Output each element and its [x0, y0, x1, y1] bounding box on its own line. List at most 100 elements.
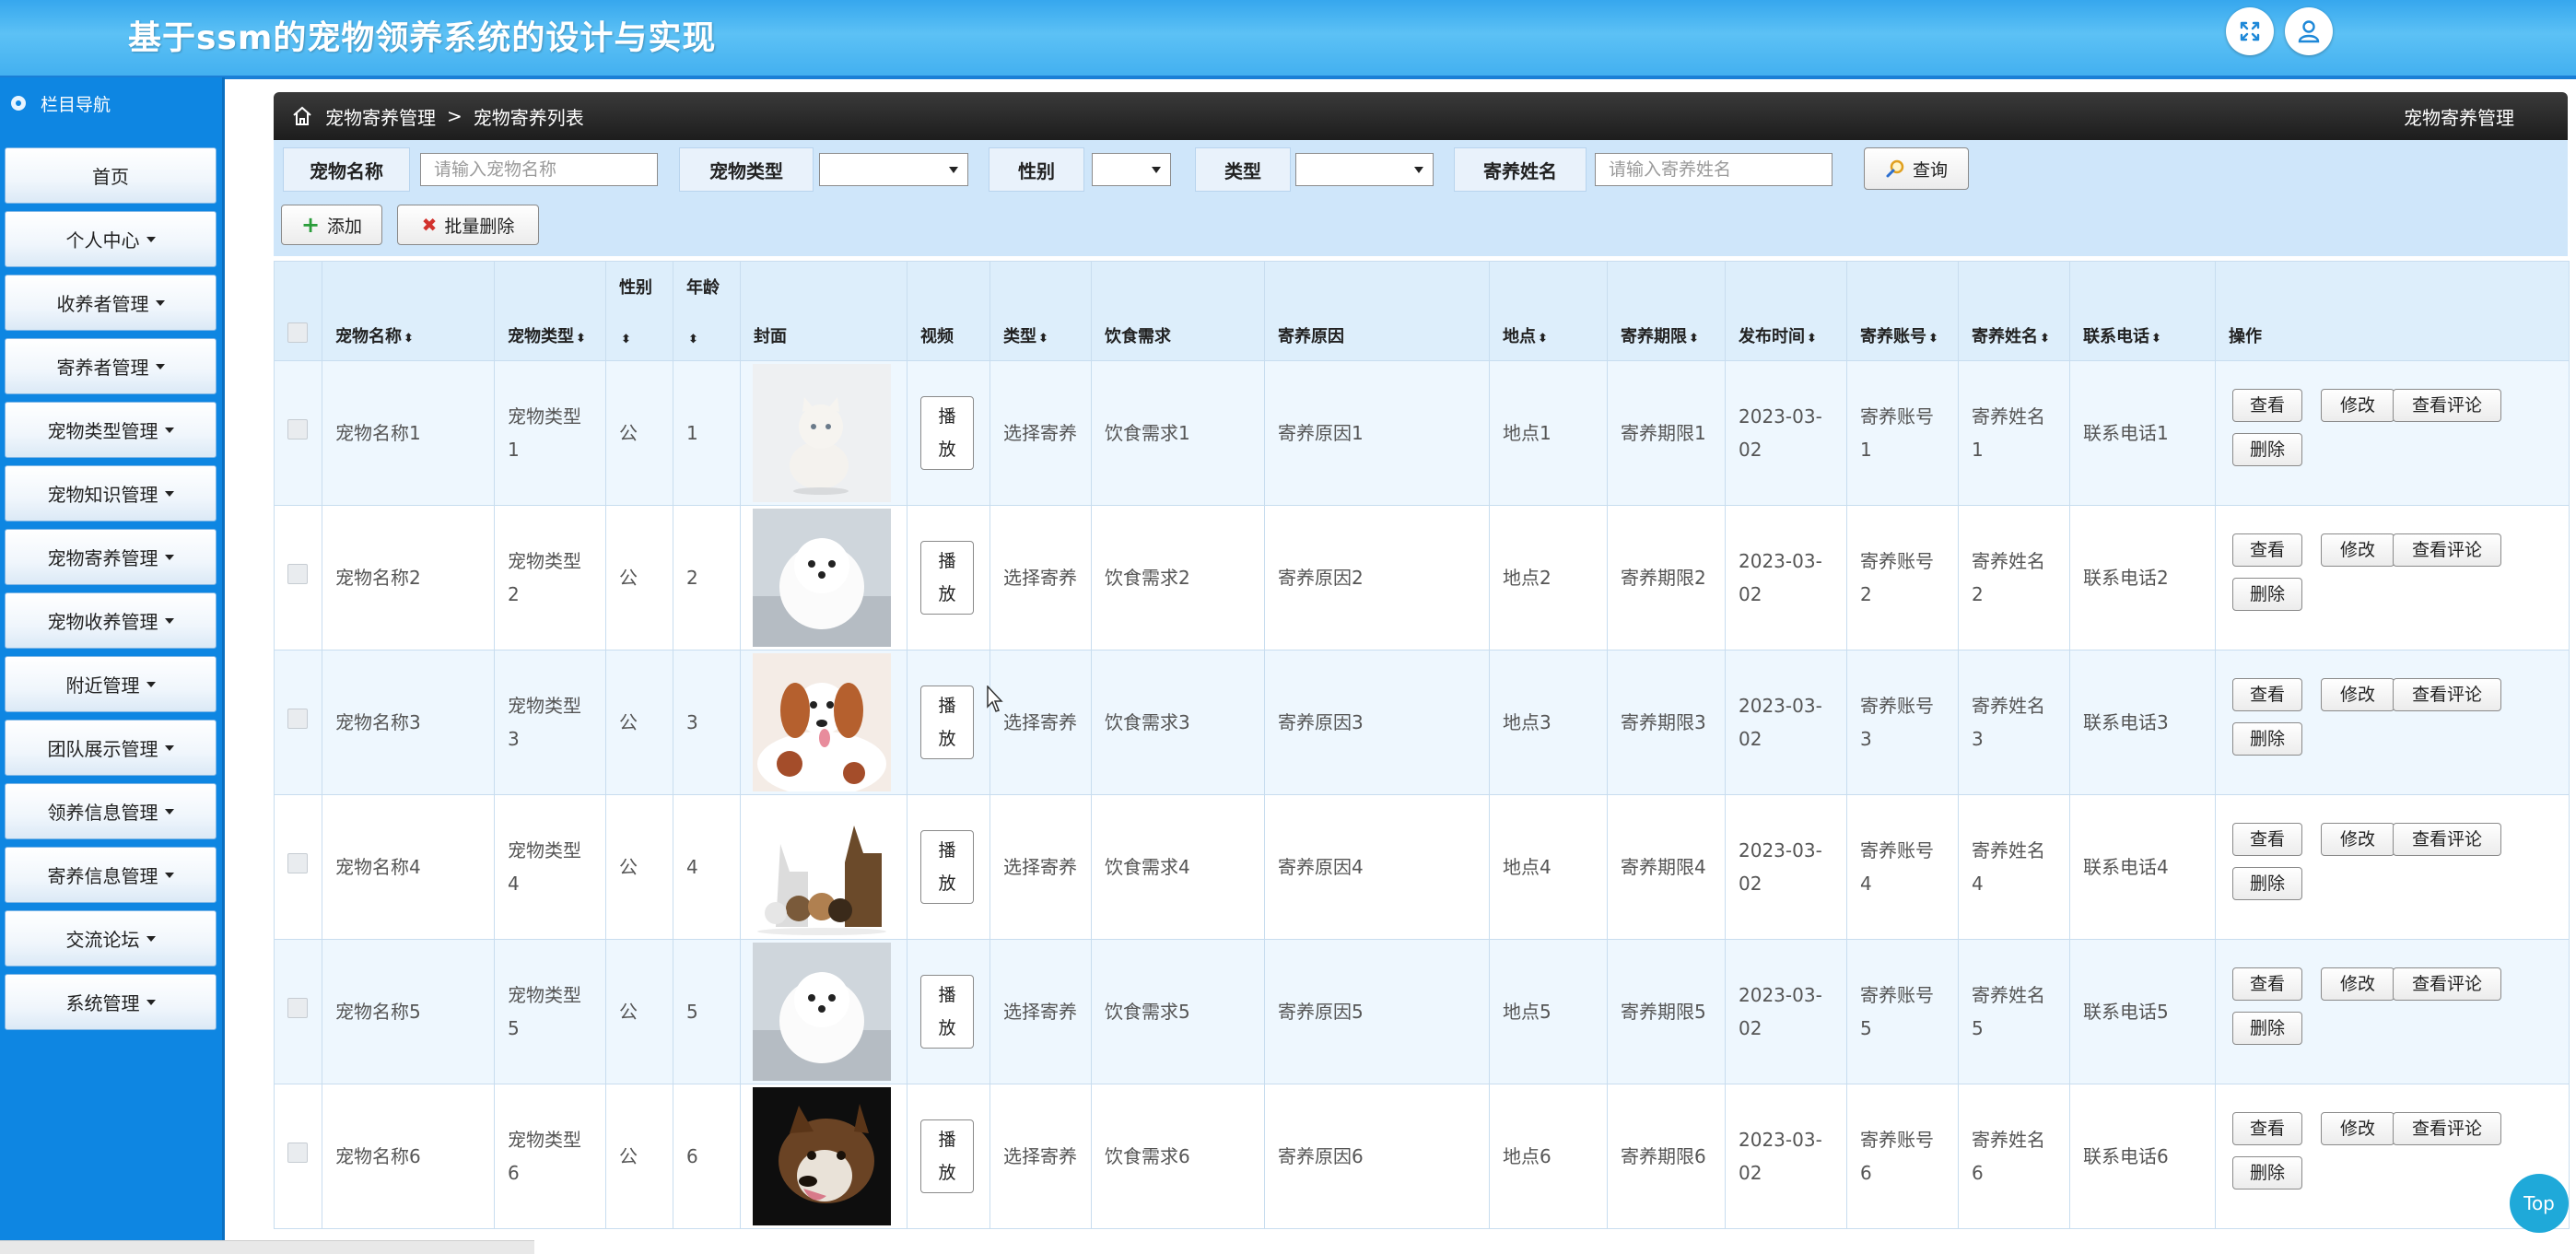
play-button[interactable]: 播放 — [920, 830, 974, 904]
pet-cover-image[interactable] — [753, 653, 891, 791]
sidebar-item-6[interactable]: 宠物寄养管理 — [5, 529, 217, 585]
row-checkbox[interactable] — [287, 1143, 308, 1163]
edit-button[interactable]: 修改 — [2321, 678, 2395, 711]
sort-icon[interactable]: ⬍ — [576, 332, 586, 346]
table-row: 宠物名称3 宠物类型3 公 3 播放 选择寄养 饮食需求3 寄养原因3 地点3 寄养期限3 2023… — [274, 650, 2570, 795]
col-publish-time[interactable]: 发布时间 ⬍ — [1725, 261, 1847, 361]
owner-name-input[interactable] — [1595, 153, 1832, 186]
sort-icon[interactable]: ⬍ — [2151, 332, 2161, 346]
view-button[interactable]: 查看 — [2232, 967, 2302, 1001]
sort-icon[interactable]: ⬍ — [621, 333, 631, 346]
view-button[interactable]: 查看 — [2232, 678, 2302, 711]
row-checkbox[interactable] — [287, 709, 308, 729]
row-checkbox[interactable] — [287, 419, 308, 439]
fullscreen-button[interactable] — [2226, 7, 2274, 55]
col-pet-type[interactable]: 宠物类型 ⬍ — [494, 261, 606, 361]
pet-cover-image[interactable] — [753, 364, 891, 502]
sidebar-item-2[interactable]: 收养者管理 — [5, 275, 217, 331]
sort-icon[interactable]: ⬍ — [1538, 332, 1548, 346]
col-gender[interactable]: 性别 ⬍ — [605, 261, 673, 361]
col-pet-name[interactable]: 宠物名称 ⬍ — [322, 261, 495, 361]
edit-button[interactable]: 修改 — [2321, 533, 2395, 567]
view-comments-button[interactable]: 查看评论 — [2393, 389, 2501, 422]
sidebar-item-8[interactable]: 附近管理 — [5, 656, 217, 712]
pet-cover-image[interactable] — [753, 1087, 891, 1225]
view-button[interactable]: 查看 — [2232, 533, 2302, 567]
sort-icon[interactable]: ⬍ — [1038, 332, 1048, 346]
sort-icon[interactable]: ⬍ — [1807, 332, 1817, 346]
cell-account: 寄养账号4 — [1846, 794, 1959, 940]
add-button[interactable]: + 添加 — [281, 205, 382, 245]
query-button[interactable]: 查询 — [1864, 147, 1969, 190]
cell-publish-time: 2023-03-02 — [1725, 360, 1847, 506]
cell-pet-type: 宠物类型2 — [494, 505, 606, 650]
pet-type-select[interactable] — [819, 153, 968, 186]
view-comments-button[interactable]: 查看评论 — [2393, 1112, 2501, 1145]
edit-button[interactable]: 修改 — [2321, 823, 2395, 856]
view-button[interactable]: 查看 — [2232, 1112, 2302, 1145]
sort-icon[interactable]: ⬍ — [688, 333, 698, 346]
back-to-top-button[interactable]: Top — [2510, 1174, 2569, 1233]
edit-button[interactable]: 修改 — [2321, 1112, 2395, 1145]
batch-delete-button[interactable]: ✖ 批量删除 — [397, 205, 539, 245]
view-comments-button[interactable]: 查看评论 — [2393, 967, 2501, 1001]
type-select[interactable] — [1295, 153, 1434, 186]
select-all-checkbox[interactable] — [287, 322, 308, 343]
sidebar-item-1[interactable]: 个人中心 — [5, 211, 217, 267]
play-button[interactable]: 播放 — [920, 541, 974, 615]
breadcrumb-section[interactable]: 宠物寄养管理 — [325, 103, 436, 130]
pet-name-input[interactable] — [420, 153, 658, 186]
play-button[interactable]: 播放 — [920, 1119, 974, 1193]
col-account[interactable]: 寄养账号 ⬍ — [1846, 261, 1959, 361]
view-comments-button[interactable]: 查看评论 — [2393, 533, 2501, 567]
sort-icon[interactable]: ⬍ — [1689, 332, 1699, 346]
row-checkbox[interactable] — [287, 564, 308, 584]
sidebar-item-7[interactable]: 宠物收养管理 — [5, 592, 217, 649]
delete-button[interactable]: 删除 — [2232, 1012, 2302, 1045]
col-type[interactable]: 类型 ⬍ — [989, 261, 1092, 361]
sidebar-item-0[interactable]: 首页 — [5, 147, 217, 204]
delete-button[interactable]: 删除 — [2232, 867, 2302, 900]
sort-icon[interactable]: ⬍ — [2040, 332, 2050, 346]
play-button[interactable]: 播放 — [920, 396, 974, 470]
cell-type: 选择寄养 — [989, 360, 1092, 506]
sidebar-item-13[interactable]: 系统管理 — [5, 974, 217, 1030]
pet-cover-image[interactable] — [753, 798, 891, 936]
gender-select[interactable] — [1092, 153, 1171, 186]
sort-icon[interactable]: ⬍ — [1928, 332, 1938, 346]
view-button[interactable]: 查看 — [2232, 823, 2302, 856]
col-phone[interactable]: 联系电话 ⬍ — [2069, 261, 2216, 361]
pet-cover-image[interactable] — [753, 943, 891, 1081]
col-location[interactable]: 地点 ⬍ — [1489, 261, 1608, 361]
edit-button[interactable]: 修改 — [2321, 967, 2395, 1001]
sidebar-item-12[interactable]: 交流论坛 — [5, 910, 217, 967]
delete-button[interactable]: 删除 — [2232, 578, 2302, 611]
cell-age: 1 — [673, 360, 741, 506]
sidebar-item-5[interactable]: 宠物知识管理 — [5, 465, 217, 522]
view-comments-button[interactable]: 查看评论 — [2393, 823, 2501, 856]
home-icon[interactable] — [292, 106, 312, 126]
cell-owner-name: 寄养姓名2 — [1958, 505, 2070, 650]
col-period[interactable]: 寄养期限 ⬍ — [1607, 261, 1726, 361]
col-age[interactable]: 年龄 ⬍ — [673, 261, 741, 361]
delete-button[interactable]: 删除 — [2232, 722, 2302, 756]
sidebar-item-3[interactable]: 寄养者管理 — [5, 338, 217, 394]
sidebar-item-4[interactable]: 宠物类型管理 — [5, 402, 217, 458]
row-checkbox[interactable] — [287, 998, 308, 1018]
view-button[interactable]: 查看 — [2232, 389, 2302, 422]
play-button[interactable]: 播放 — [920, 975, 974, 1049]
play-button[interactable]: 播放 — [920, 686, 974, 759]
sidebar-item-10[interactable]: 领养信息管理 — [5, 783, 217, 839]
edit-button[interactable]: 修改 — [2321, 389, 2395, 422]
user-profile-button[interactable] — [2285, 7, 2333, 55]
sort-icon[interactable]: ⬍ — [404, 332, 414, 346]
view-comments-button[interactable]: 查看评论 — [2393, 678, 2501, 711]
sidebar-item-11[interactable]: 寄养信息管理 — [5, 847, 217, 903]
row-checkbox[interactable] — [287, 853, 308, 873]
delete-button[interactable]: 删除 — [2232, 433, 2302, 466]
sidebar-item-9[interactable]: 团队展示管理 — [5, 720, 217, 776]
delete-button[interactable]: 删除 — [2232, 1156, 2302, 1190]
video-cell: 播放 — [907, 650, 990, 795]
pet-cover-image[interactable] — [753, 509, 891, 647]
col-owner-name[interactable]: 寄养姓名 ⬍ — [1958, 261, 2070, 361]
